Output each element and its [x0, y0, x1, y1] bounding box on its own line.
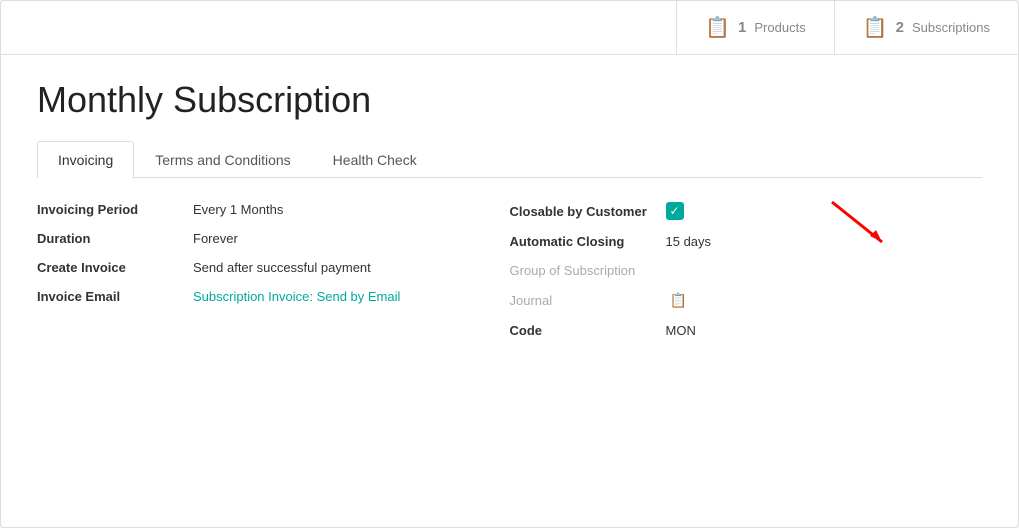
invoicing-period-value: Every 1 Months — [193, 202, 283, 217]
tab-healthcheck[interactable]: Health Check — [312, 141, 438, 178]
left-fields: Invoicing Period Every 1 Months Duration… — [37, 202, 510, 338]
tab-invoicing[interactable]: Invoicing — [37, 141, 134, 178]
journal-label: Journal — [510, 293, 650, 308]
create-invoice-label: Create Invoice — [37, 260, 177, 275]
auto-closing-value: 15 days — [666, 234, 712, 249]
invoicing-period-row: Invoicing Period Every 1 Months — [37, 202, 510, 217]
closable-label: Closable by Customer — [510, 204, 650, 219]
tab-terms[interactable]: Terms and Conditions — [134, 141, 311, 178]
invoice-email-row: Invoice Email Subscription Invoice: Send… — [37, 289, 510, 304]
invoice-email-value[interactable]: Subscription Invoice: Send by Email — [193, 289, 400, 304]
code-row: Code MON — [510, 323, 983, 338]
subscriptions-button[interactable]: 📋 2 Subscriptions — [834, 1, 1018, 54]
code-label: Code — [510, 323, 650, 338]
create-invoice-value: Send after successful payment — [193, 260, 371, 275]
top-bar: 📋 1 Products 📋 2 Subscriptions — [1, 1, 1018, 55]
invoice-email-label: Invoice Email — [37, 289, 177, 304]
subscriptions-label: Subscriptions — [912, 20, 990, 35]
group-subscription-label: Group of Subscription — [510, 263, 650, 278]
products-button[interactable]: 📋 1 Products — [676, 1, 834, 54]
subscriptions-count: 2 — [896, 19, 904, 36]
right-fields: Closable by Customer ✓ Automatic Closing… — [510, 202, 983, 338]
duration-row: Duration Forever — [37, 231, 510, 246]
closable-checkbox[interactable]: ✓ — [666, 202, 684, 220]
closable-row: Closable by Customer ✓ — [510, 202, 983, 220]
form-area: Invoicing Period Every 1 Months Duration… — [37, 202, 982, 338]
content-area: Monthly Subscription Invoicing Terms and… — [1, 55, 1018, 527]
subscriptions-icon: 📋 — [863, 15, 888, 40]
invoicing-period-label: Invoicing Period — [37, 202, 177, 217]
auto-closing-row: Automatic Closing 15 days — [510, 234, 983, 249]
products-icon: 📋 — [705, 15, 730, 40]
journal-icon: 📋 — [670, 292, 687, 309]
group-subscription-row: Group of Subscription — [510, 263, 983, 278]
create-invoice-row: Create Invoice Send after successful pay… — [37, 260, 510, 275]
tabs-container: Invoicing Terms and Conditions Health Ch… — [37, 141, 982, 178]
page-title: Monthly Subscription — [37, 79, 982, 121]
journal-row: Journal 📋 — [510, 292, 983, 309]
products-label: Products — [754, 20, 805, 35]
auto-closing-label: Automatic Closing — [510, 234, 650, 249]
duration-value: Forever — [193, 231, 238, 246]
main-container: 📋 1 Products 📋 2 Subscriptions Monthly S… — [0, 0, 1019, 528]
duration-label: Duration — [37, 231, 177, 246]
products-count: 1 — [738, 19, 746, 36]
code-value: MON — [666, 323, 696, 338]
